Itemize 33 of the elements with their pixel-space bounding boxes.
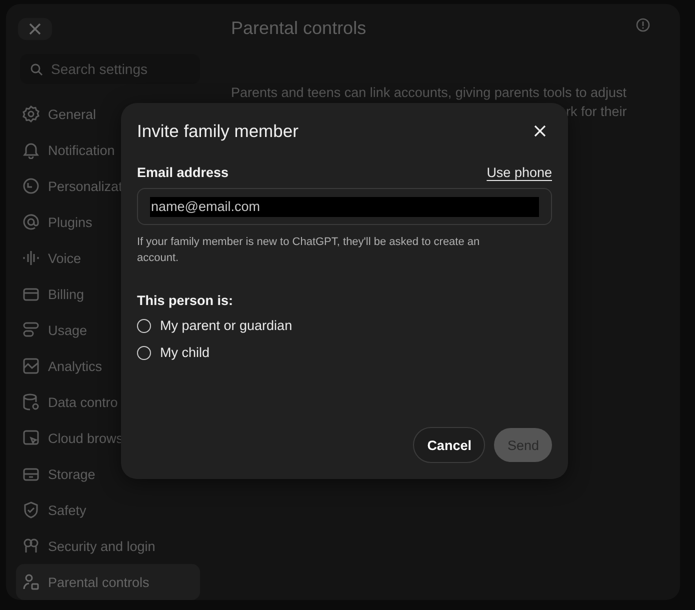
dialog-title: Invite family member [137, 120, 298, 142]
shield-icon [22, 501, 40, 519]
data-icon [22, 393, 40, 411]
email-field[interactable]: name@email.com [137, 188, 552, 225]
radio-button[interactable] [137, 346, 151, 360]
description-text: rk for their [565, 104, 628, 119]
email-label: Email address [137, 165, 229, 180]
at-icon [22, 213, 40, 231]
person-icon [22, 573, 40, 591]
sidebar-item[interactable]: Safety [16, 492, 200, 528]
sidebar-item[interactable]: Storage [16, 456, 200, 492]
info-icon[interactable] [636, 18, 650, 32]
page-title: Parental controls [231, 18, 366, 39]
sidebar-item[interactable]: Data contro [16, 384, 200, 420]
gear-icon [22, 105, 40, 123]
description-text: Parents and teens can link accounts, giving parents tools to adjust [231, 85, 628, 100]
radio-button[interactable] [137, 318, 151, 332]
option-label: My parent or guardian [160, 318, 292, 333]
bell-icon [22, 141, 40, 159]
cancel-button[interactable]: Cancel [413, 427, 486, 463]
wave-icon [22, 249, 40, 267]
sidebar-item[interactable]: Parental controls [16, 564, 200, 600]
hint-text: If your family member is new to ChatGPT, they'll be asked to create an account. [137, 235, 481, 266]
sidebar-item[interactable]: Security and login [16, 528, 200, 564]
use-phone-link[interactable]: Use phone [486, 165, 552, 180]
search-field[interactable]: Search settings [20, 54, 200, 84]
relation-label: This person is: [137, 293, 234, 308]
close-icon [28, 22, 42, 36]
chart-icon [22, 357, 40, 375]
search-icon [30, 63, 43, 76]
option-label: My child [160, 345, 210, 360]
close-icon [534, 125, 546, 137]
clock-icon [22, 177, 40, 195]
